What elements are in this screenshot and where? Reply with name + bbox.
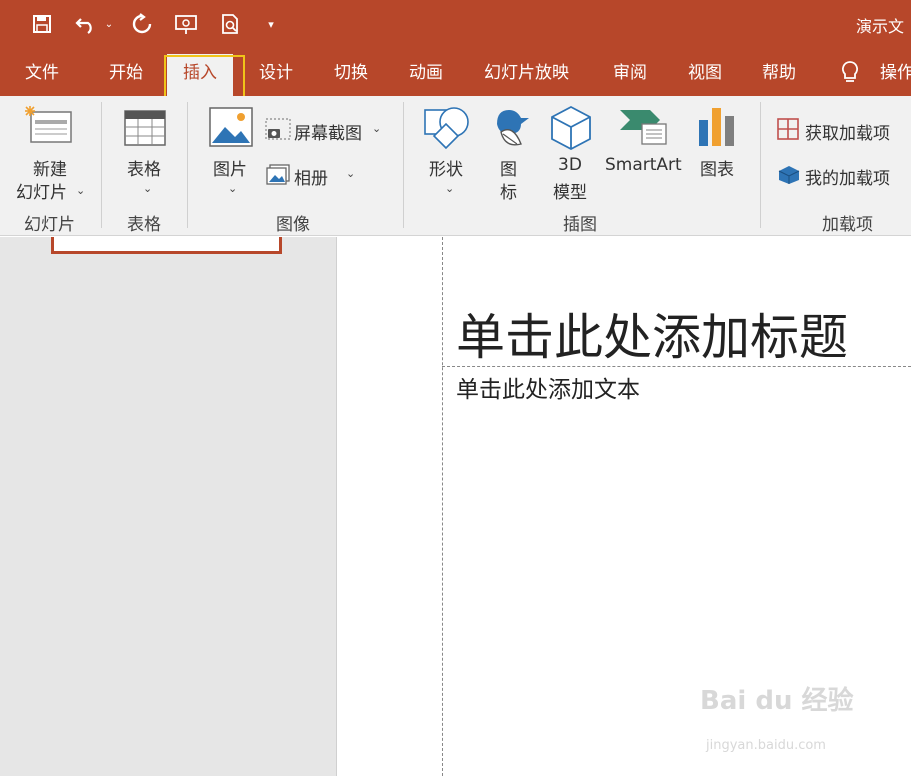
tab-home[interactable]: 开始 — [109, 50, 143, 96]
tab-view[interactable]: 视图 — [688, 50, 722, 96]
ribbon-tabs: 文件 开始 插入 设计 切换 动画 幻灯片放映 审阅 视图 帮助 操作 — [0, 50, 911, 96]
undo-dropdown-icon[interactable]: ⌄ — [102, 10, 116, 38]
shapes-icon[interactable] — [424, 106, 470, 154]
table-dropdown-icon[interactable]: ⌄ — [143, 182, 152, 195]
group-label-illustrations: 插图 — [563, 215, 597, 235]
slide-thumbnail-pane[interactable] — [0, 237, 310, 776]
table-icon[interactable] — [124, 110, 166, 150]
picture-label[interactable]: 图片 — [213, 155, 247, 180]
new-slide-label-line2[interactable]: 幻灯片 — [16, 178, 67, 203]
chart-label[interactable]: 图表 — [700, 155, 734, 180]
watermark-logo: Bai du 经验 — [700, 686, 854, 716]
photo-album-icon[interactable] — [266, 164, 290, 190]
picture-icon[interactable] — [209, 107, 253, 151]
title-bar: ⌄ ▾ 演示文 — [0, 0, 911, 50]
new-slide-label-line1[interactable]: 新建 — [33, 155, 67, 180]
new-slide-dropdown-icon[interactable]: ⌄ — [76, 184, 85, 197]
placeholder-border — [442, 237, 443, 776]
print-preview-icon[interactable] — [216, 10, 244, 38]
tab-insert[interactable]: 插入 — [167, 54, 233, 96]
group-separator — [187, 102, 188, 228]
tab-transitions[interactable]: 切换 — [334, 50, 368, 96]
screenshot-dropdown-icon[interactable]: ⌄ — [372, 122, 381, 135]
group-label-slides: 幻灯片 — [24, 215, 75, 235]
slide-thumbnail[interactable] — [51, 237, 282, 254]
screenshot-icon[interactable] — [265, 118, 291, 144]
tell-me-search[interactable]: 操作 — [880, 50, 911, 96]
group-label-tables: 表格 — [127, 215, 161, 235]
group-separator — [760, 102, 761, 228]
document-title: 演示文 — [856, 17, 905, 36]
smartart-icon[interactable] — [620, 110, 668, 150]
watermark-url: jingyan.baidu.com — [706, 738, 826, 753]
tab-design[interactable]: 设计 — [259, 50, 293, 96]
3d-models-icon[interactable] — [550, 105, 592, 155]
get-addins-icon[interactable] — [777, 118, 799, 144]
picture-dropdown-icon[interactable]: ⌄ — [228, 182, 237, 195]
chart-icon[interactable] — [697, 106, 737, 152]
redo-icon[interactable] — [128, 10, 156, 38]
screenshot-label[interactable]: 屏幕截图 — [294, 119, 362, 144]
lightbulb-icon[interactable] — [840, 60, 860, 90]
text-placeholder[interactable]: 单击此处添加文本 — [456, 370, 640, 404]
icons-label-line2[interactable]: 标 — [500, 178, 517, 203]
group-label-addins: 加载项 — [822, 215, 873, 235]
present-from-start-icon[interactable] — [172, 10, 200, 38]
table-label[interactable]: 表格 — [127, 155, 161, 180]
shapes-label[interactable]: 形状 — [429, 155, 463, 180]
tab-review[interactable]: 审阅 — [613, 50, 647, 96]
3d-models-label-line2[interactable]: 模型 — [553, 178, 587, 203]
my-addins-icon[interactable] — [778, 165, 800, 189]
title-placeholder[interactable]: 单击此处添加标题 — [456, 298, 848, 369]
pane-divider[interactable] — [310, 237, 337, 776]
icons-label-line1[interactable]: 图 — [500, 155, 517, 180]
icons-icon[interactable] — [487, 104, 531, 154]
my-addins-label[interactable]: 我的加载项 — [805, 164, 890, 189]
undo-icon[interactable] — [72, 10, 100, 38]
group-label-images: 图像 — [276, 215, 310, 235]
photo-album-label[interactable]: 相册 — [294, 164, 328, 189]
tab-file[interactable]: 文件 — [25, 50, 59, 96]
smartart-label[interactable]: SmartArt — [605, 155, 682, 175]
group-separator — [101, 102, 102, 228]
get-addins-label[interactable]: 获取加载项 — [805, 119, 890, 144]
photo-album-dropdown-icon[interactable]: ⌄ — [346, 167, 355, 180]
tab-help[interactable]: 帮助 — [762, 50, 796, 96]
customize-toolbar-icon[interactable]: ▾ — [262, 10, 280, 38]
group-separator — [403, 102, 404, 228]
3d-models-label-line1[interactable]: 3D — [558, 155, 582, 175]
tab-animations[interactable]: 动画 — [409, 50, 443, 96]
ribbon-insert: 新建 幻灯片 ⌄ 幻灯片 表格 ⌄ 表格 图片 ⌄ 屏幕截图 ⌄ 相册 ⌄ 图像… — [0, 96, 911, 236]
tab-slideshow[interactable]: 幻灯片放映 — [484, 50, 569, 96]
shapes-dropdown-icon[interactable]: ⌄ — [445, 182, 454, 195]
new-slide-icon[interactable] — [25, 106, 75, 150]
save-icon[interactable] — [28, 10, 56, 38]
